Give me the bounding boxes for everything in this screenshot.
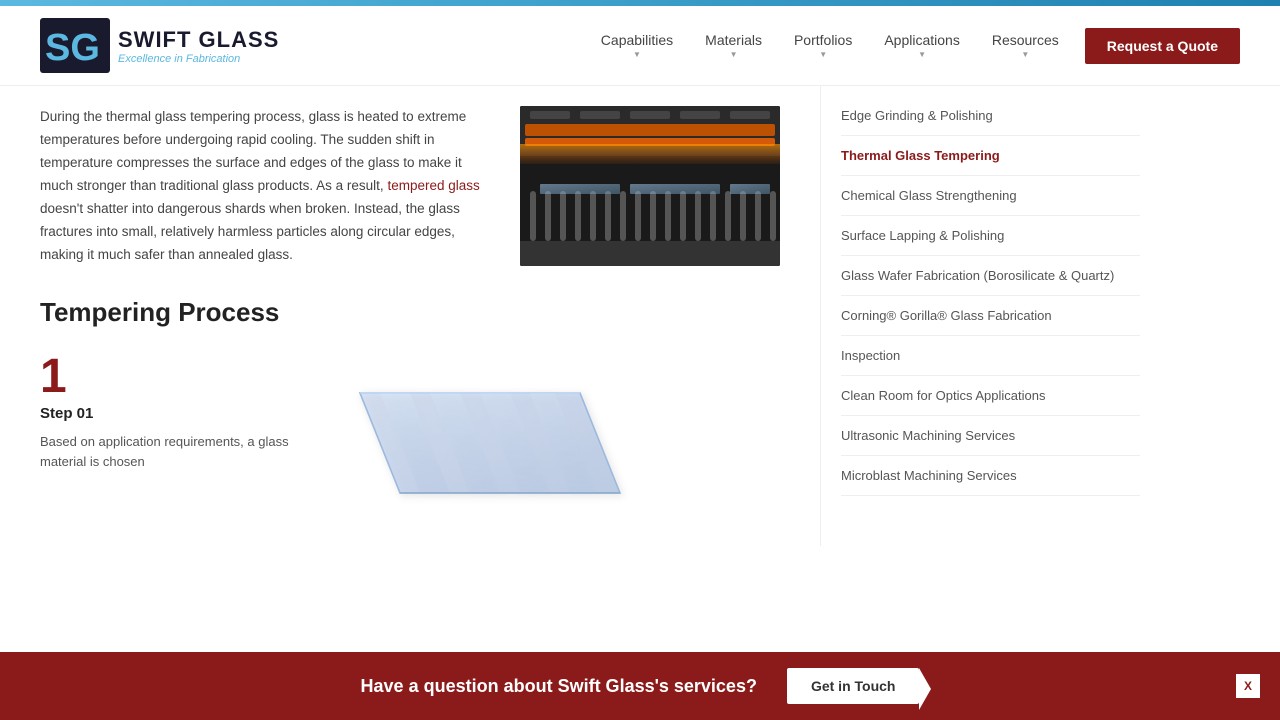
- intro-p2: doesn't shatter into dangerous shards wh…: [40, 201, 460, 262]
- company-name: SWIFT GLASS: [118, 27, 279, 53]
- close-cta-button[interactable]: X: [1236, 674, 1260, 698]
- step-description: Based on application requirements, a gla…: [40, 432, 290, 474]
- step-number: 1: [40, 353, 290, 401]
- logo[interactable]: SG SWIFT GLASS Excellence in Fabrication: [40, 18, 279, 73]
- sidebar-link-ultrasonic[interactable]: Ultrasonic Machining Services: [841, 416, 1140, 456]
- intro-row: During the thermal glass tempering proce…: [40, 106, 780, 267]
- nav-applications[interactable]: Applications ▼: [870, 24, 974, 67]
- sidebar-link-edge-grinding[interactable]: Edge Grinding & Polishing: [841, 96, 1140, 136]
- logo-icon: SG: [40, 18, 110, 73]
- get-in-touch-button[interactable]: Get in Touch: [787, 668, 920, 704]
- chevron-down-icon: ▼: [730, 50, 738, 59]
- chevron-down-icon: ▼: [918, 50, 926, 59]
- tempered-glass-link[interactable]: tempered glass: [387, 178, 479, 193]
- step-text: 1 Step 01 Based on application requireme…: [40, 353, 290, 526]
- content-area: During the thermal glass tempering proce…: [0, 86, 820, 546]
- nav-portfolios[interactable]: Portfolios ▼: [780, 24, 866, 67]
- chevron-down-icon: ▼: [633, 50, 641, 59]
- svg-text:SG: SG: [45, 27, 100, 69]
- sidebar-link-inspection[interactable]: Inspection: [841, 336, 1140, 376]
- logo-text: SWIFT GLASS Excellence in Fabrication: [118, 27, 279, 65]
- sidebar-link-surface-lapping[interactable]: Surface Lapping & Polishing: [841, 216, 1140, 256]
- cta-bar: Have a question about Swift Glass's serv…: [0, 652, 1280, 720]
- cta-text: Have a question about Swift Glass's serv…: [361, 676, 757, 697]
- glass-panel-illustration: [340, 363, 640, 526]
- sidebar-link-clean-room[interactable]: Clean Room for Optics Applications: [841, 376, 1140, 416]
- sidebar-link-thermal-glass[interactable]: Thermal Glass Tempering: [841, 136, 1140, 176]
- header: SG SWIFT GLASS Excellence in Fabrication…: [0, 6, 1280, 86]
- sidebar-link-glass-wafer[interactable]: Glass Wafer Fabrication (Borosilicate & …: [841, 256, 1140, 296]
- main-nav: Capabilities ▼ Materials ▼ Portfolios ▼ …: [587, 24, 1240, 67]
- nav-capabilities[interactable]: Capabilities ▼: [587, 24, 687, 67]
- request-quote-button[interactable]: Request a Quote: [1085, 28, 1240, 64]
- intro-text: During the thermal glass tempering proce…: [40, 106, 490, 267]
- glass-panel-svg: [340, 363, 640, 523]
- tagline: Excellence in Fabrication: [118, 53, 279, 65]
- section-title: Tempering Process: [40, 297, 780, 328]
- sidebar: Edge Grinding & Polishing Thermal Glass …: [820, 86, 1160, 546]
- sidebar-link-corning[interactable]: Corning® Gorilla® Glass Fabrication: [841, 296, 1140, 336]
- furnace-svg: [520, 106, 780, 266]
- nav-materials[interactable]: Materials ▼: [691, 24, 776, 67]
- step-label: Step 01: [40, 405, 290, 422]
- sidebar-link-chemical-glass[interactable]: Chemical Glass Strengthening: [841, 176, 1140, 216]
- main-content: During the thermal glass tempering proce…: [0, 86, 1280, 546]
- step-section: 1 Step 01 Based on application requireme…: [40, 353, 780, 526]
- chevron-down-icon: ▼: [1021, 50, 1029, 59]
- chevron-down-icon: ▼: [819, 50, 827, 59]
- furnace-image: [520, 106, 780, 266]
- sidebar-link-microblast[interactable]: Microblast Machining Services: [841, 456, 1140, 496]
- nav-resources[interactable]: Resources ▼: [978, 24, 1073, 67]
